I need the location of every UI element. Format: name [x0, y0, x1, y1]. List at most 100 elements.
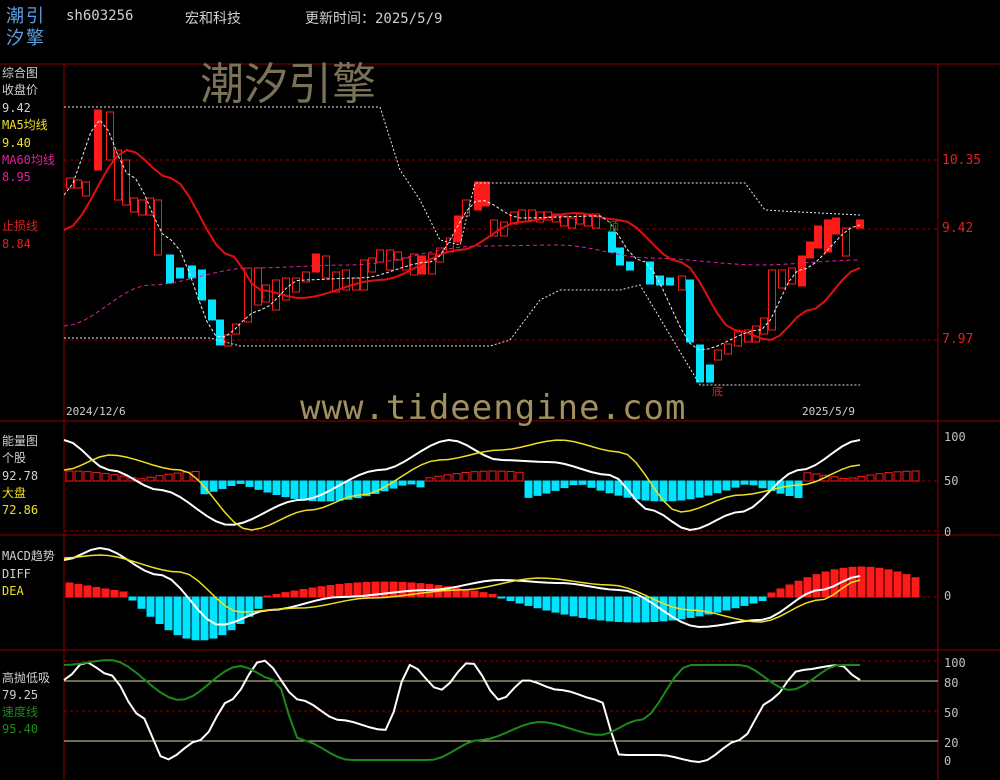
- energy-bar-48: [497, 470, 506, 482]
- macd-bar-45: [470, 590, 479, 598]
- energy-bar-87: [848, 477, 857, 482]
- energy-bar-90: [875, 473, 884, 482]
- energy-bar-75: [740, 480, 749, 485]
- highlow-axis-20: 20: [944, 736, 959, 750]
- candle-61: [626, 261, 634, 271]
- macd-bar-13: [182, 596, 191, 639]
- energy-bar-46: [479, 470, 488, 482]
- energy-bar-4: [101, 472, 110, 482]
- macd-bar-46: [479, 592, 488, 598]
- candle-78: [798, 255, 806, 287]
- candle-50: [528, 209, 536, 221]
- macd-bar-31: [344, 583, 353, 598]
- candle-32: [368, 257, 376, 273]
- macd-bar-62: [623, 596, 632, 623]
- macd-bar-79: [776, 588, 785, 598]
- energy-market-line: [63, 439, 861, 531]
- energy-axis-50: 50: [944, 474, 959, 488]
- candle-49: [518, 209, 526, 223]
- energy-bar-0: [65, 470, 74, 482]
- energy-bar-91: [884, 472, 893, 482]
- date-end: 2025/5/9: [802, 405, 855, 418]
- candle-64: [666, 277, 674, 286]
- energy-stock-value: 92.78: [2, 469, 39, 483]
- energy-bar-9: [146, 476, 155, 482]
- ma5-label: MA5均线: [2, 118, 48, 132]
- energy-bar-94: [911, 470, 920, 482]
- energy-bar-64: [641, 480, 650, 501]
- candle-71: [734, 331, 742, 347]
- candle-27: [322, 255, 330, 279]
- macd-bar-63: [632, 596, 641, 623]
- energy-bar-56: [569, 480, 578, 486]
- stop-loss-line: [63, 149, 861, 342]
- macd-bar-8: [137, 596, 146, 609]
- candle-22: [272, 279, 280, 311]
- candle-2: [82, 181, 90, 197]
- energy-market-label: 大盘: [2, 486, 27, 500]
- candle-15: [208, 299, 216, 321]
- energy-title: 能量图: [2, 434, 39, 448]
- energy-bar-47: [488, 470, 497, 482]
- energy-bar-80: [785, 480, 794, 496]
- energy-bar-93: [902, 470, 911, 482]
- ma60-label: MA60均线: [2, 153, 55, 167]
- highlow-axis-50: 50: [944, 706, 959, 720]
- macd-bar-10: [155, 596, 164, 625]
- energy-bar-76: [749, 480, 758, 486]
- macd-bar-56: [569, 596, 578, 617]
- candle-13: [188, 265, 196, 279]
- price-axis-3: 7.97: [942, 332, 974, 347]
- energy-bar-43: [452, 473, 461, 482]
- macd-bar-77: [758, 596, 767, 602]
- energy-bar-10: [155, 475, 164, 482]
- macd-bar-60: [605, 596, 614, 622]
- macd-bar-70: [695, 596, 704, 617]
- energy-bar-71: [704, 480, 713, 496]
- close-value: 9.42: [2, 101, 31, 115]
- ma60-value: 8.95: [2, 170, 31, 184]
- energy-bar-39: [416, 480, 425, 488]
- candle-69: [714, 349, 722, 361]
- macd-bar-6: [119, 591, 128, 598]
- candle-84: [856, 219, 864, 229]
- energy-bar-20: [245, 480, 254, 487]
- macd-bar-50: [515, 596, 524, 604]
- energy-bar-70: [695, 480, 704, 498]
- macd-bar-58: [587, 596, 596, 620]
- candle-33: [376, 249, 384, 263]
- price-axis-2: 9.42: [942, 221, 974, 236]
- energy-bar-89: [866, 474, 875, 482]
- candle-56: [576, 213, 584, 225]
- macd-bar-26: [299, 588, 308, 598]
- macd-bar-92: [893, 571, 902, 598]
- macd-bar-57: [578, 596, 587, 618]
- energy-bar-44: [461, 472, 470, 482]
- energy-bar-40: [425, 477, 434, 482]
- energy-bar-24: [281, 480, 290, 498]
- energy-bar-17: [218, 480, 227, 489]
- macd-bar-25: [290, 590, 299, 598]
- candle-54: [560, 215, 568, 227]
- macd-bar-49: [506, 596, 515, 602]
- macd-bar-7: [128, 596, 137, 601]
- candle-4: [106, 111, 114, 161]
- candle-55: [568, 217, 576, 229]
- macd-bar-53: [542, 596, 551, 611]
- energy-bar-50: [515, 471, 524, 482]
- energy-bar-5: [110, 474, 119, 482]
- energy-bar-2: [83, 471, 92, 482]
- candle-10: [154, 199, 162, 256]
- macd-bar-76: [749, 596, 758, 604]
- energy-bar-25: [290, 480, 299, 499]
- macd-bar-78: [767, 592, 776, 598]
- macd-bar-75: [740, 596, 749, 606]
- macd-bar-91: [884, 569, 893, 598]
- highlow-title: 高抛低吸: [2, 671, 51, 685]
- macd-bar-2: [83, 585, 92, 598]
- energy-bar-8: [137, 478, 146, 482]
- speed-label: 速度线: [2, 705, 39, 719]
- energy-bar-53: [542, 480, 551, 494]
- energy-bar-58: [587, 480, 596, 488]
- macd-bar-36: [389, 581, 398, 598]
